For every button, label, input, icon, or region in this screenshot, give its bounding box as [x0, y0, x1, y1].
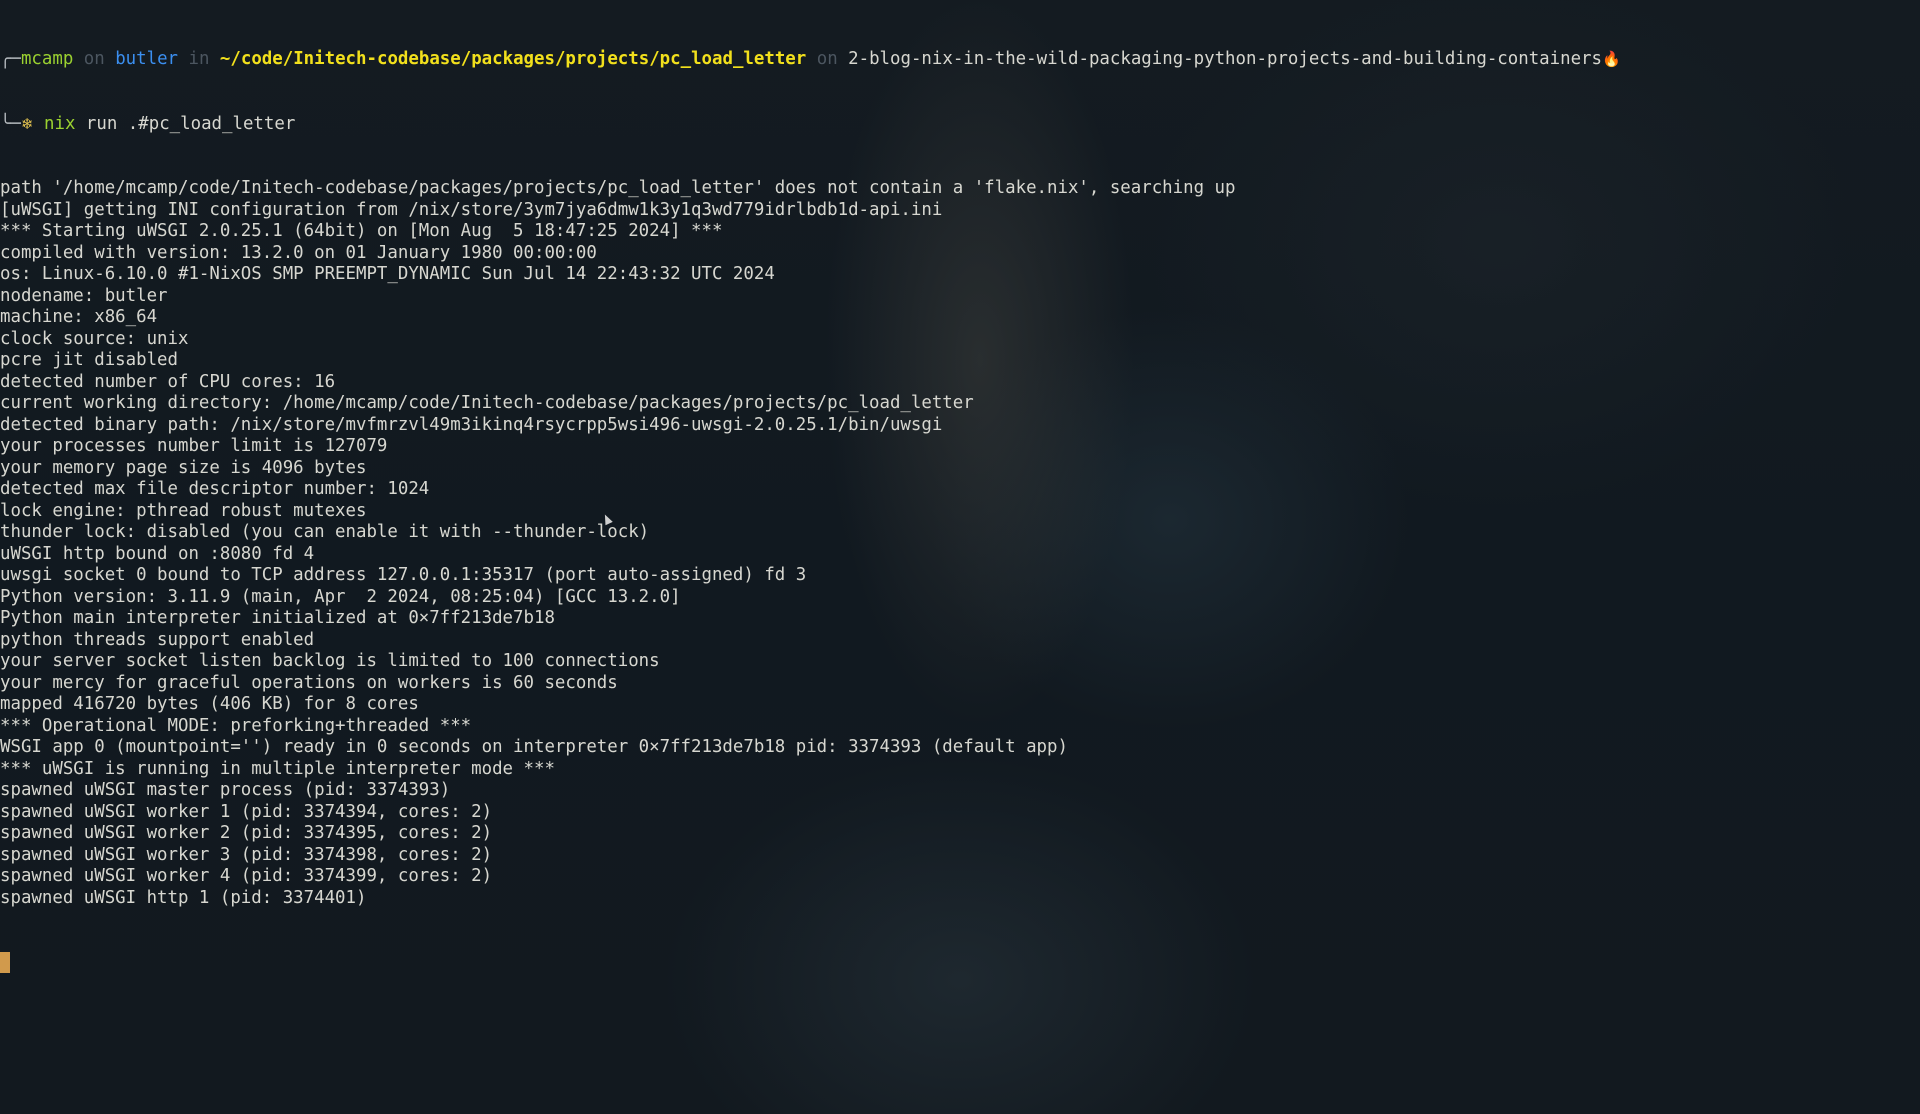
prompt-path: ~/code/Initech-codebase/packages/project… — [219, 49, 807, 69]
output-line: detected max file descriptor number: 102… — [0, 479, 430, 499]
fire-icon: 🔥 — [1601, 50, 1621, 68]
prompt-in-label: in — [178, 49, 220, 69]
prompt-git-branch: 2-blog-nix-in-the-wild-packaging-python-… — [848, 49, 1602, 69]
output-line: WSGI app 0 (mountpoint='') ready in 0 se… — [0, 737, 1068, 757]
output-line: python threads support enabled — [0, 629, 315, 650]
output-line: Python version: 3.11.9 (main, Apr 2 2024… — [0, 586, 681, 607]
output-line: thunder lock: disabled (you can enable i… — [0, 522, 650, 542]
output-line: mapped 416720 bytes (406 KB) for 8 cores — [0, 694, 419, 714]
output-line: your memory page size is 4096 bytes — [0, 457, 367, 478]
output-line: spawned uWSGI worker 3 (pid: 3374398, co… — [0, 844, 493, 865]
output-line: spawned uWSGI worker 1 (pid: 3374394, co… — [0, 801, 493, 822]
terminal-window[interactable]: ╭─mcamp on butler in ~/code/Initech-code… — [0, 6, 1920, 995]
command-name: nix — [44, 113, 76, 134]
output-line: your mercy for graceful operations on wo… — [0, 672, 618, 693]
prompt-host: butler — [115, 49, 179, 69]
terminal-cursor — [0, 952, 10, 973]
output-line: spawned uWSGI worker 4 (pid: 3374399, co… — [0, 866, 493, 886]
nix-snowflake-icon: ❄ — [20, 114, 34, 133]
output-line: nodename: butler — [0, 285, 168, 306]
output-line: uwsgi socket 0 bound to TCP address 127.… — [0, 565, 807, 585]
terminal-output: path '/home/mcamp/code/Initech-codebase/… — [0, 178, 1920, 909]
output-line: clock source: unix — [0, 328, 189, 349]
output-line: machine: x86_64 — [0, 307, 158, 327]
prompt-user: mcamp — [20, 49, 74, 69]
output-line: os: Linux-6.10.0 #1-NixOS SMP PREEMPT_DY… — [0, 264, 775, 284]
prompt-on-label: on — [73, 49, 116, 69]
output-line: your server socket listen backlog is lim… — [0, 651, 660, 671]
output-line: path '/home/mcamp/code/Initech-codebase/… — [0, 178, 1236, 198]
output-line: spawned uWSGI http 1 (pid: 3374401) — [0, 887, 367, 908]
output-line: your processes number limit is 127079 — [0, 436, 388, 456]
output-line: detected number of CPU cores: 16 — [0, 371, 336, 392]
prompt-corner-2: ╰─ — [0, 113, 21, 134]
prompt-on-label-2: on — [806, 49, 849, 69]
command-args: run .#pc_load_letter — [75, 113, 296, 134]
output-line: pcre jit disabled — [0, 350, 178, 370]
output-line: *** Operational MODE: preforking+threade… — [0, 715, 472, 736]
output-line: [uWSGI] getting INI configuration from /… — [0, 199, 943, 220]
output-line: spawned uWSGI master process (pid: 33743… — [0, 780, 451, 800]
output-line: lock engine: pthread robust mutexes — [0, 500, 367, 521]
output-line: compiled with version: 13.2.0 on 01 Janu… — [0, 242, 597, 263]
output-line: *** Starting uWSGI 2.0.25.1 (64bit) on [… — [0, 221, 723, 241]
output-line: current working directory: /home/mcamp/c… — [0, 393, 974, 413]
output-line: uWSGI http bound on :8080 fd 4 — [0, 543, 315, 564]
input-line[interactable] — [0, 952, 1920, 974]
command-line: ╰─❄ nix run .#pc_load_letter — [0, 114, 1920, 136]
output-line: spawned uWSGI worker 2 (pid: 3374395, co… — [0, 823, 493, 843]
output-line: *** uWSGI is running in multiple interpr… — [0, 758, 555, 779]
output-line: detected binary path: /nix/store/mvfmrzv… — [0, 414, 943, 435]
prompt-line: ╭─mcamp on butler in ~/code/Initech-code… — [0, 49, 1920, 71]
prompt-corner: ╭─ — [0, 49, 21, 69]
output-line: Python main interpreter initialized at 0… — [0, 608, 555, 628]
